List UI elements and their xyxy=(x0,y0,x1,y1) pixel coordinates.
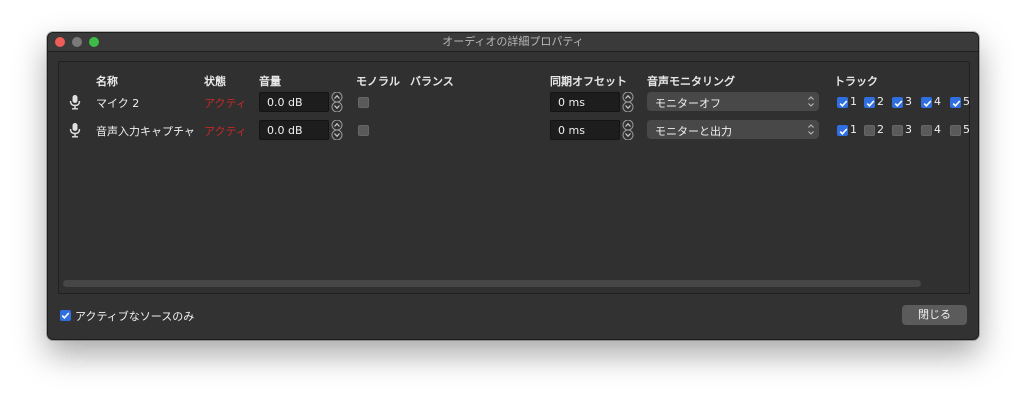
column-header-volume: 音量 xyxy=(259,75,281,88)
volume-input[interactable]: 0.0 dB xyxy=(259,120,329,140)
track-1-label: 1 xyxy=(850,95,857,108)
column-header-monitoring: 音声モニタリング xyxy=(647,75,735,88)
track-1-checkbox[interactable] xyxy=(837,97,848,108)
track-3-label: 3 xyxy=(905,95,912,108)
track-4-checkbox[interactable] xyxy=(921,97,932,108)
active-only-checkbox[interactable] xyxy=(60,310,71,321)
column-header-balance: バランス xyxy=(410,75,454,88)
active-only-label[interactable]: アクティブなソースのみ xyxy=(75,308,194,324)
microphone-icon[interactable] xyxy=(69,94,81,110)
table-row: 音声入力キャプチャ アクティ 0.0 dB 0 ms モニターと出力 1 2 3… xyxy=(59,119,969,141)
track-5-checkbox[interactable] xyxy=(950,125,961,136)
track-3-checkbox[interactable] xyxy=(892,97,903,108)
track-3-checkbox[interactable] xyxy=(892,125,903,136)
mono-checkbox[interactable] xyxy=(358,125,369,136)
track-2-label: 2 xyxy=(877,123,884,136)
sync-offset-stepper[interactable] xyxy=(622,92,634,112)
horizontal-scrollbar[interactable] xyxy=(63,280,921,287)
source-status: アクティ xyxy=(204,125,247,138)
track-2-checkbox[interactable] xyxy=(864,125,875,136)
monitoring-select[interactable]: モニターオフ xyxy=(647,92,819,111)
select-arrows-icon xyxy=(808,96,814,107)
source-name: マイク 2 xyxy=(96,97,140,110)
title-bar: オーディオの詳細プロパティ xyxy=(48,33,978,52)
column-header-name: 名称 xyxy=(96,75,118,88)
sync-offset-input[interactable]: 0 ms xyxy=(550,120,620,140)
volume-input[interactable]: 0.0 dB xyxy=(259,92,329,112)
volume-stepper[interactable] xyxy=(331,92,343,112)
check-icon xyxy=(839,100,848,107)
monitoring-select-value: モニターオフ xyxy=(655,97,721,110)
source-status: アクティ xyxy=(204,97,247,110)
track-5-checkbox[interactable] xyxy=(950,97,961,108)
check-icon xyxy=(894,100,903,107)
source-name: 音声入力キャプチャ xyxy=(96,125,195,138)
track-1-label: 1 xyxy=(850,123,857,136)
check-icon xyxy=(923,100,932,107)
monitoring-select[interactable]: モニターと出力 xyxy=(647,120,819,139)
table-row: マイク 2 アクティ 0.0 dB 0 ms モニターオフ 1 2 3 4 5 xyxy=(59,91,969,113)
check-icon xyxy=(61,312,70,319)
audio-sources-table: 名称 状態 音量 モノラル バランス 同期オフセット 音声モニタリング トラック… xyxy=(58,61,970,294)
check-icon xyxy=(839,128,848,135)
track-4-checkbox[interactable] xyxy=(921,125,932,136)
track-4-label: 4 xyxy=(934,123,941,136)
audio-properties-window: オーディオの詳細プロパティ 名称 状態 音量 モノラル バランス 同期オフセット… xyxy=(47,32,979,340)
track-2-label: 2 xyxy=(877,95,884,108)
track-5-label: 5 xyxy=(963,95,970,108)
select-arrows-icon xyxy=(808,124,814,135)
check-icon xyxy=(866,100,875,107)
track-3-label: 3 xyxy=(905,123,912,136)
column-header-mono: モノラル xyxy=(356,75,400,88)
monitoring-select-value: モニターと出力 xyxy=(655,125,732,138)
check-icon xyxy=(952,100,961,107)
microphone-icon[interactable] xyxy=(69,122,81,138)
close-button[interactable]: 閉じる xyxy=(902,305,967,325)
track-2-checkbox[interactable] xyxy=(864,97,875,108)
column-header-tracks: トラック xyxy=(834,75,878,88)
column-header-status: 状態 xyxy=(204,75,226,88)
track-5-label: 5 xyxy=(963,123,970,136)
track-4-label: 4 xyxy=(934,95,941,108)
window-title: オーディオの詳細プロパティ xyxy=(442,35,584,48)
sync-offset-input[interactable]: 0 ms xyxy=(550,92,620,112)
mono-checkbox[interactable] xyxy=(358,97,369,108)
volume-stepper[interactable] xyxy=(331,120,343,140)
column-header-sync-offset: 同期オフセット xyxy=(550,75,627,88)
track-1-checkbox[interactable] xyxy=(837,125,848,136)
sync-offset-stepper[interactable] xyxy=(622,120,634,140)
